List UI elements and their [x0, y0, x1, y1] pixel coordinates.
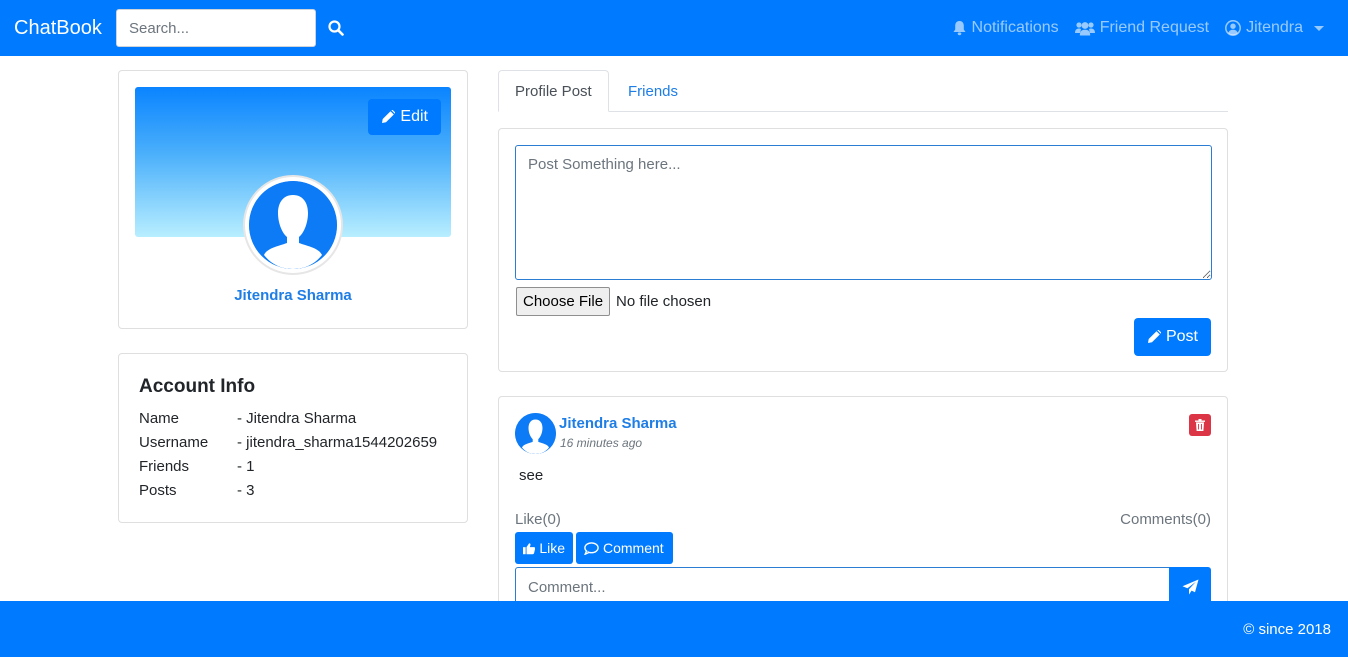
edit-profile-button[interactable]: Edit	[368, 99, 441, 135]
search-icon	[328, 20, 344, 36]
post-author-name[interactable]: Jitendra Sharma	[559, 415, 677, 432]
info-row-username: Username - jitendra_sharma1544202659	[139, 434, 437, 451]
comment-label: Comment	[603, 540, 664, 556]
post-label: Post	[1165, 328, 1198, 345]
like-label: Like	[539, 540, 565, 556]
info-row-friends: Friends - 1	[139, 458, 255, 475]
info-value: - 1	[237, 458, 255, 475]
chevron-down-icon	[1314, 25, 1324, 31]
tab-friends[interactable]: Friends	[612, 70, 694, 112]
file-picker: Choose File No file chosen	[516, 287, 711, 316]
comment-button[interactable]: Comment	[576, 532, 673, 564]
tab-profile-post[interactable]: Profile Post	[498, 70, 609, 112]
profile-card: Edit Jitendra Sharma	[118, 70, 468, 329]
user-silhouette-icon	[249, 181, 337, 269]
post-composer-card: Choose File No file chosen Post	[498, 128, 1228, 372]
paper-plane-icon	[1182, 579, 1198, 594]
info-value: - 3	[237, 482, 255, 499]
like-button[interactable]: Like	[515, 532, 573, 564]
user-silhouette-icon	[515, 413, 556, 454]
users-icon	[1074, 21, 1095, 35]
navbar: ChatBook Notifications Friend Reques	[0, 0, 1348, 56]
comment-icon	[584, 541, 599, 555]
post-timestamp: 16 minutes ago	[560, 436, 643, 450]
profile-name[interactable]: Jitendra Sharma	[119, 287, 467, 304]
search-button[interactable]	[316, 9, 356, 47]
post-textarea[interactable]	[515, 145, 1212, 280]
profile-avatar[interactable]	[243, 175, 343, 275]
notifications-label: Notifications	[971, 19, 1059, 36]
info-key: Posts	[139, 482, 177, 499]
pencil-icon	[382, 110, 396, 123]
comment-count[interactable]: Comments(0)	[1120, 511, 1211, 528]
post-content: see	[519, 467, 544, 484]
feed-post-card: Jitendra Sharma 16 minutes ago see Like(…	[498, 396, 1228, 636]
bell-icon	[953, 21, 966, 36]
info-row-name: Name - Jitendra Sharma	[139, 410, 356, 427]
no-file-label: No file chosen	[616, 293, 712, 310]
user-menu-dropdown[interactable]: Jitendra	[1225, 19, 1324, 37]
pencil-icon	[1147, 330, 1161, 343]
footer-copyright: © since 2018	[1243, 621, 1331, 638]
user-circle-icon	[1225, 20, 1242, 36]
nav-right: Notifications Friend Request Jitendra	[952, 0, 1324, 56]
thumbs-up-icon	[523, 542, 536, 554]
friend-request-label: Friend Request	[1099, 19, 1210, 36]
info-key: Name	[139, 410, 180, 427]
friend-request-link[interactable]: Friend Request	[1074, 19, 1210, 37]
post-button[interactable]: Post	[1133, 318, 1211, 356]
user-label: Jitendra	[1246, 19, 1303, 36]
notifications-link[interactable]: Notifications	[952, 19, 1059, 37]
trash-icon	[1195, 419, 1205, 431]
search-input[interactable]	[116, 9, 316, 47]
account-info-card: Account Info Name - Jitendra Sharma User…	[118, 353, 468, 523]
choose-file-button[interactable]: Choose File	[516, 287, 611, 316]
like-count[interactable]: Like(0)	[515, 511, 561, 528]
info-key: Username	[139, 434, 209, 451]
info-value: - Jitendra Sharma	[237, 410, 357, 427]
post-author-avatar[interactable]	[515, 413, 556, 454]
profile-tabs: Profile Post Friends	[498, 70, 1228, 112]
brand-logo[interactable]: ChatBook	[14, 17, 116, 40]
delete-post-button[interactable]	[1189, 414, 1211, 436]
info-row-posts: Posts - 3	[139, 482, 255, 499]
info-key: Friends	[139, 458, 190, 475]
account-info-title: Account Info	[139, 376, 256, 397]
edit-label: Edit	[400, 108, 428, 125]
footer: © since 2018	[0, 601, 1348, 657]
info-value: - jitendra_sharma1544202659	[237, 434, 438, 451]
